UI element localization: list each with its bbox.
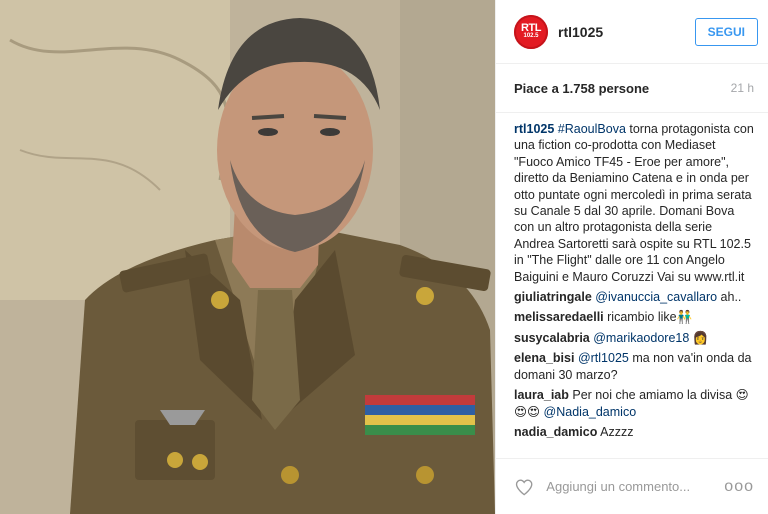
comment-username[interactable]: laura_iab <box>514 388 569 402</box>
mention-link[interactable]: @rtl1025 <box>578 351 629 365</box>
post-photo[interactable] <box>0 0 495 514</box>
heart-outline-icon[interactable] <box>514 475 534 499</box>
man-in-military-uniform-image <box>0 0 495 514</box>
avatar-logo-text: RTL <box>521 22 541 34</box>
comment-username[interactable]: susycalabria <box>514 331 590 345</box>
comment-text: 👩 <box>689 330 709 345</box>
more-options-icon[interactable]: ooo <box>724 478 754 496</box>
comment-text: ricambio like👬 <box>603 310 693 325</box>
comments-list: rtl1025 #RaoulBova torna protagonista co… <box>496 113 768 463</box>
caption-text: torna protagonista con una fiction co-pr… <box>514 122 754 284</box>
mention-link[interactable]: @marikaodore18 <box>593 331 689 345</box>
comment-username[interactable]: nadia_damico <box>514 425 597 439</box>
likes-count[interactable]: Piace a 1.758 persone <box>514 81 649 96</box>
timestamp[interactable]: 21 h <box>731 81 754 95</box>
instagram-post: RTL 102.5 rtl1025 SEGUI Piace a 1.758 pe… <box>0 0 768 514</box>
comment-item: elena_bisi @rtl1025 ma non va'in onda da… <box>514 350 754 383</box>
comment-username[interactable]: melissaredaelli <box>514 310 604 324</box>
avatar[interactable]: RTL 102.5 <box>514 14 548 49</box>
comment-input[interactable] <box>544 478 725 495</box>
comment-item: susycalabria @marikaodore18 👩 <box>514 330 754 346</box>
mention-link[interactable]: @Nadia_damico <box>544 405 637 419</box>
caption: rtl1025 #RaoulBova torna protagonista co… <box>514 121 754 285</box>
avatar-logo-subtext: 102.5 <box>523 33 539 39</box>
username-link[interactable]: rtl1025 <box>558 24 695 40</box>
follow-button[interactable]: SEGUI <box>694 17 758 46</box>
mention-link[interactable]: @ivanuccia_cavallaro <box>595 290 717 304</box>
hashtag-link[interactable]: #RaoulBova <box>558 122 626 136</box>
caption-username[interactable]: rtl1025 <box>514 122 554 136</box>
comment-username[interactable]: elena_bisi <box>514 351 574 365</box>
comment-bar: ooo <box>496 458 768 514</box>
comment-text: ah.. <box>717 290 742 305</box>
comment-text: Azzzz <box>597 424 634 439</box>
post-meta: Piace a 1.758 persone 21 h <box>496 64 768 113</box>
comment-item: nadia_damico Azzzz <box>514 424 754 440</box>
post-header: RTL 102.5 rtl1025 SEGUI <box>496 0 768 64</box>
comment-item: melissaredaelli ricambio like👬 <box>514 309 754 325</box>
post-sidebar: RTL 102.5 rtl1025 SEGUI Piace a 1.758 pe… <box>495 0 768 514</box>
comment-username[interactable]: giuliatringale <box>514 290 592 304</box>
comment-item: giuliatringale @ivanuccia_cavallaro ah.. <box>514 289 754 305</box>
comment-item: laura_iab Per noi che amiamo la divisa 😍… <box>514 387 754 420</box>
